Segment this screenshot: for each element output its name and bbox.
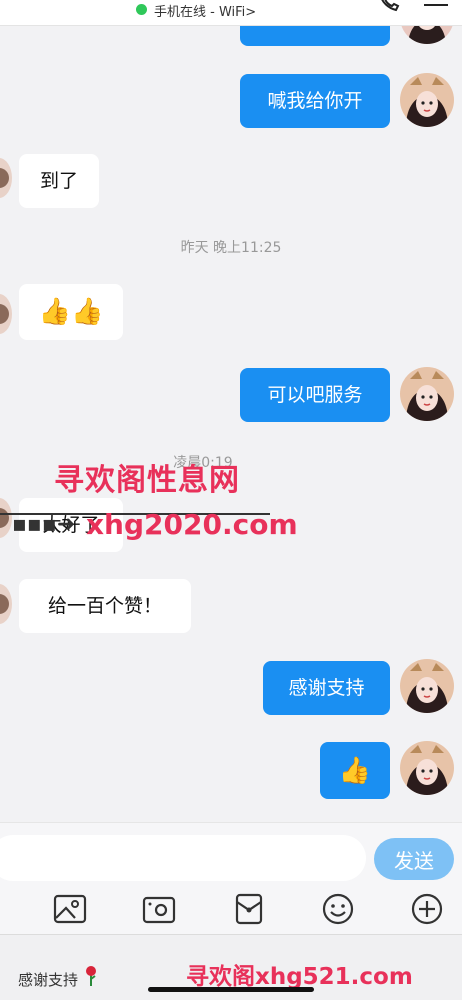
message-text: 可以吧服务	[267, 384, 363, 406]
composer: 发送	[0, 822, 462, 892]
message-text: 感谢支持	[288, 677, 365, 699]
watermark-title: 寻欢阁性息网	[54, 463, 240, 498]
message-input[interactable]	[0, 835, 366, 881]
online-status-text[interactable]: 手机在线 - WiFi>	[154, 1, 256, 20]
message-bubble-received[interactable]: 到了	[19, 154, 99, 208]
message-text: 给一百个赞！	[47, 595, 162, 617]
quick-reply-text[interactable]: 感谢支持	[18, 969, 78, 990]
contact-avatar[interactable]	[0, 498, 12, 538]
watermark-footer: 寻欢阁xhg521.com	[186, 964, 413, 990]
message-bubble-sent[interactable]: 感谢支持	[263, 661, 390, 715]
message-bubble-received[interactable]: 👍👍	[19, 284, 123, 340]
rose-icon[interactable]	[84, 965, 98, 987]
timestamp: 昨天 晚上11:25	[180, 240, 282, 256]
menu-icon[interactable]	[424, 0, 448, 8]
contact-avatar[interactable]	[0, 158, 12, 198]
bottom-bar: 感谢支持 寻欢阁xhg521.com	[0, 934, 462, 1000]
avatar[interactable]	[400, 659, 454, 713]
watermark-url: xhg2020.com	[86, 508, 298, 541]
emoji-icon[interactable]	[321, 892, 355, 926]
message-text: 到了	[39, 170, 78, 192]
contact-avatar[interactable]	[0, 584, 12, 624]
avatar[interactable]	[400, 26, 454, 44]
chat-header: 手机在线 - WiFi>	[0, 0, 462, 26]
contact-avatar[interactable]	[0, 294, 12, 334]
camera-icon[interactable]	[142, 892, 176, 926]
message-bubble-received[interactable]: 给一百个赞！	[19, 579, 191, 633]
message-list[interactable]: 喊我给你开 到了 昨天 晚上11:25 👍👍 可以吧服务 凌晨0:19 太好了 …	[0, 26, 462, 822]
online-status-dot	[136, 4, 147, 15]
avatar[interactable]	[400, 73, 454, 127]
phone-icon[interactable]	[378, 0, 400, 12]
message-bubble-sent[interactable]: 喊我给你开	[240, 74, 390, 128]
send-button[interactable]: 发送	[374, 838, 454, 880]
thumbs-up-emoji: 👍	[338, 755, 372, 786]
composer-toolbar	[0, 892, 462, 934]
thumbs-up-emoji: 👍👍	[38, 297, 104, 327]
avatar[interactable]	[400, 367, 454, 421]
watermark-arrow-icon: ▪▪▪➜	[12, 512, 76, 537]
home-indicator[interactable]	[148, 987, 314, 992]
message-bubble-cut-off[interactable]	[240, 26, 390, 46]
plus-icon[interactable]	[410, 892, 444, 926]
picture-icon[interactable]	[53, 892, 87, 926]
message-text: 喊我给你开	[267, 90, 363, 112]
red-packet-icon[interactable]	[232, 892, 266, 926]
message-bubble-sent[interactable]: 👍	[320, 742, 390, 799]
message-bubble-sent[interactable]: 可以吧服务	[240, 368, 390, 422]
avatar[interactable]	[400, 741, 454, 795]
